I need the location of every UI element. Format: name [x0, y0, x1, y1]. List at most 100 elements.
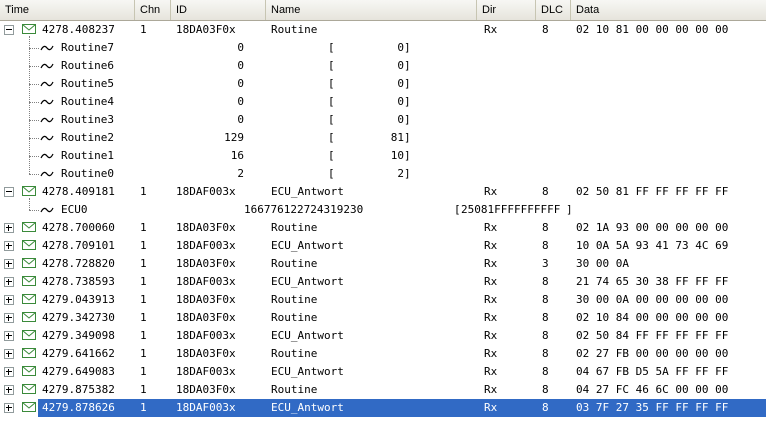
- signal-physical-value: 16: [230, 149, 244, 162]
- expand-toggle[interactable]: [4, 223, 14, 233]
- message-data: 30 00 0A 00 00 00 00 00: [576, 293, 729, 306]
- signal-name: Routine5: [61, 77, 114, 90]
- expand-toggle[interactable]: [4, 277, 14, 287]
- message-envelope-icon: [22, 348, 36, 358]
- toggle-minus-bar: [6, 335, 12, 336]
- signal-row[interactable]: Routine4 0 [0]: [0, 93, 766, 111]
- message-direction: Rx: [484, 383, 498, 396]
- column-header-chn[interactable]: Chn: [135, 0, 171, 20]
- expand-toggle[interactable]: [4, 385, 14, 395]
- expand-toggle[interactable]: [4, 331, 14, 341]
- message-name: Routine: [271, 311, 318, 324]
- message-dlc: 8: [542, 239, 549, 252]
- message-row[interactable]: 4278.408237 1 18DA03F0x Routine Rx 8 02 10 81 …: [0, 21, 766, 39]
- signal-name: Routine6: [61, 59, 114, 72]
- message-row[interactable]: 4279.875382 1 18DA03F0x Routine Rx 8 04 27 FC …: [0, 381, 766, 399]
- column-header-dlc[interactable]: DLC: [536, 0, 571, 20]
- trace-list[interactable]: 4278.408237 1 18DA03F0x Routine Rx 8 02 10 81 …: [0, 21, 766, 436]
- message-row[interactable]: 4279.342730 1 18DA03F0x Routine Rx 8 02 10 84 …: [0, 309, 766, 327]
- signal-wave-icon: [40, 117, 54, 123]
- message-name: Routine: [271, 257, 318, 270]
- message-id: 18DAF003x: [176, 365, 236, 378]
- toggle-minus-bar: [6, 389, 12, 390]
- message-channel: 1: [140, 311, 147, 324]
- column-header-id[interactable]: ID: [171, 0, 266, 20]
- expand-toggle[interactable]: [4, 403, 14, 413]
- signal-wave-icon: [40, 171, 54, 177]
- signal-row[interactable]: Routine7 0 [0]: [0, 39, 766, 57]
- column-header-data[interactable]: Data: [571, 0, 766, 20]
- message-row[interactable]: 4278.709101 1 18DAF003x ECU_Antwort Rx 8 10 0A…: [0, 237, 766, 255]
- signal-row[interactable]: Routine1 16 [10]: [0, 147, 766, 165]
- bracket-open-icon: [: [328, 95, 335, 108]
- message-channel: 1: [140, 185, 147, 198]
- column-header-time[interactable]: Time: [0, 0, 135, 20]
- signal-row[interactable]: Routine6 0 [0]: [0, 57, 766, 75]
- message-dlc: 8: [542, 311, 549, 324]
- collapse-toggle[interactable]: [4, 25, 14, 35]
- column-header-name[interactable]: Name: [266, 0, 477, 20]
- message-channel: 1: [140, 347, 147, 360]
- toggle-minus-bar: [6, 317, 12, 318]
- message-envelope-icon: [22, 258, 36, 268]
- signal-raw-value: 0: [397, 95, 404, 108]
- expand-toggle[interactable]: [4, 313, 14, 323]
- signal-physical-value: 0: [237, 77, 244, 90]
- message-dlc: 8: [542, 221, 549, 234]
- toggle-plus-bar: [8, 387, 9, 393]
- message-channel: 1: [140, 401, 147, 414]
- signal-wave-icon: [40, 99, 54, 105]
- bracket-close-icon: ]: [404, 77, 411, 90]
- signal-raw-value: 2: [397, 167, 404, 180]
- message-dlc: 8: [542, 23, 549, 36]
- bracket-open-icon: [: [328, 113, 335, 126]
- message-channel: 1: [140, 239, 147, 252]
- toggle-plus-bar: [8, 315, 9, 321]
- message-row[interactable]: 4278.728820 1 18DA03F0x Routine Rx 3 30 00 0A: [0, 255, 766, 273]
- message-row[interactable]: 4279.641662 1 18DA03F0x Routine Rx 8 02 27 FB …: [0, 345, 766, 363]
- toggle-plus-bar: [8, 243, 9, 249]
- message-id: 18DAF003x: [176, 401, 236, 414]
- tree-connector: [29, 210, 39, 211]
- column-header-dir[interactable]: Dir: [477, 0, 536, 20]
- toggle-minus-bar: [6, 227, 12, 228]
- signal-row[interactable]: Routine5 0 [0]: [0, 75, 766, 93]
- message-row[interactable]: 4279.349098 1 18DAF003x ECU_Antwort Rx 8 02 50…: [0, 327, 766, 345]
- tree-connector: [29, 48, 39, 49]
- message-data: 10 0A 5A 93 41 73 4C 69: [576, 239, 729, 252]
- signal-raw-value: 0: [397, 59, 404, 72]
- message-time: 4279.875382: [42, 383, 115, 396]
- expand-toggle[interactable]: [4, 367, 14, 377]
- message-row[interactable]: 4278.409181 1 18DAF003x ECU_Antwort Rx 8 02 50…: [0, 183, 766, 201]
- message-row[interactable]: 4279.043913 1 18DA03F0x Routine Rx 8 30 00 0A …: [0, 291, 766, 309]
- collapse-toggle[interactable]: [4, 187, 14, 197]
- signal-physical-value: 0: [237, 41, 244, 54]
- bracket-close-icon: ]: [404, 41, 411, 54]
- message-id: 18DAF003x: [176, 185, 236, 198]
- toggle-plus-bar: [8, 333, 9, 339]
- message-time: 4278.408237: [42, 23, 115, 36]
- expand-toggle[interactable]: [4, 295, 14, 305]
- expand-toggle[interactable]: [4, 241, 14, 251]
- message-row[interactable]: 4279.878626 1 18DAF003x ECU_Antwort Rx 8 03 7F…: [0, 399, 766, 417]
- message-row[interactable]: 4278.700060 1 18DA03F0x Routine Rx 8 02 1A 93 …: [0, 219, 766, 237]
- signal-row[interactable]: Routine0 2 [2]: [0, 165, 766, 183]
- signal-raw-value: 25081FFFFFFFFFF: [461, 203, 561, 216]
- message-envelope-icon: [22, 276, 36, 286]
- signal-row[interactable]: ECU0 166776122724319230 [25081FFFFFFFFFF]: [0, 201, 766, 219]
- signal-name: Routine1: [61, 149, 114, 162]
- message-data: 02 10 84 00 00 00 00 00: [576, 311, 729, 324]
- signal-wave-icon: [40, 81, 54, 87]
- message-row[interactable]: 4279.649083 1 18DAF003x ECU_Antwort Rx 8 04 67…: [0, 363, 766, 381]
- message-id: 18DA03F0x: [176, 257, 236, 270]
- signal-raw-value: 0: [397, 41, 404, 54]
- message-direction: Rx: [484, 293, 498, 306]
- message-row[interactable]: 4278.738593 1 18DAF003x ECU_Antwort Rx 8 21 74…: [0, 273, 766, 291]
- expand-toggle[interactable]: [4, 259, 14, 269]
- expand-toggle[interactable]: [4, 349, 14, 359]
- toggle-minus-bar: [6, 245, 12, 246]
- signal-row[interactable]: Routine2 129 [81]: [0, 129, 766, 147]
- signal-wave-icon: [40, 135, 54, 141]
- signal-row[interactable]: Routine3 0 [0]: [0, 111, 766, 129]
- bracket-close-icon: ]: [404, 167, 411, 180]
